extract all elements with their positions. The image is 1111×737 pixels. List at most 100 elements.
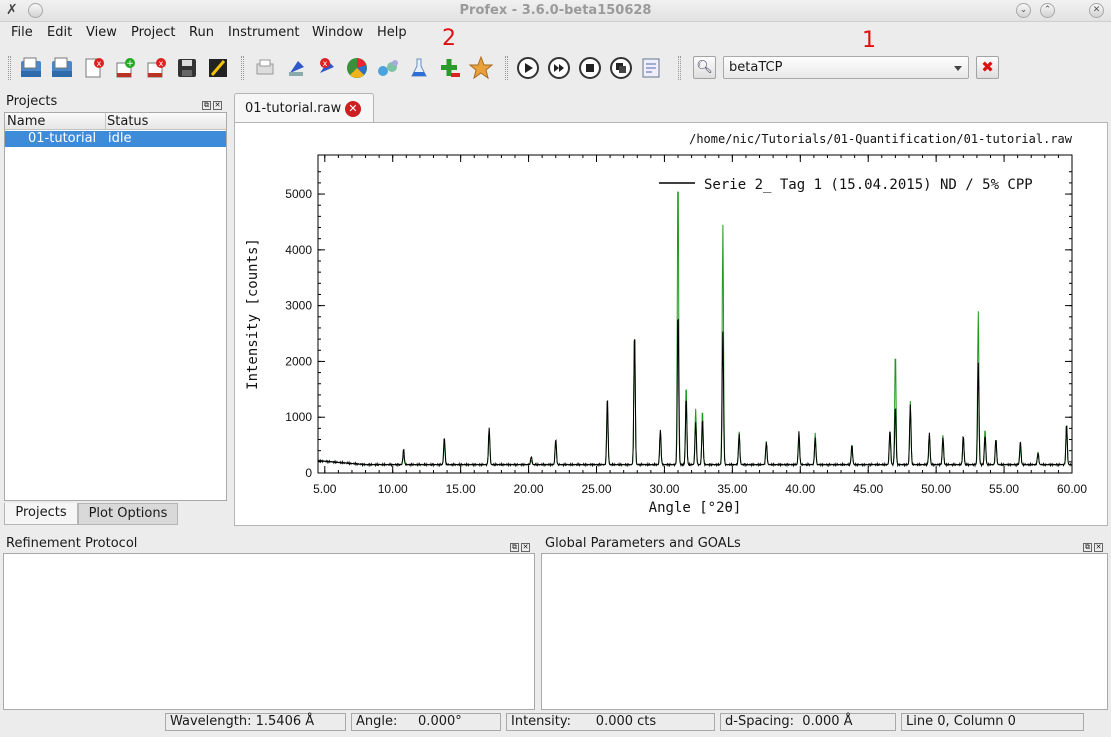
add-remove-icon[interactable] [437, 55, 463, 81]
refinement-protocol-panel[interactable] [3, 553, 535, 710]
phase-combo-value: betaTCP [729, 60, 783, 75]
series-calculated-line [317, 191, 1072, 466]
menu-help[interactable]: Help [377, 25, 407, 40]
close-icon: ✖ [981, 58, 994, 76]
y-tick-label: 4000 [285, 243, 312, 257]
edit-icon[interactable] [205, 55, 231, 81]
status-angle: Angle: 0.000° [351, 713, 501, 731]
maximize-button[interactable]: ⌃ [1040, 3, 1055, 18]
stop-all-icon[interactable] [608, 55, 634, 81]
minimize-button[interactable]: ⌄ [1016, 3, 1031, 18]
star-icon[interactable] [468, 55, 494, 81]
document-tab-label: 01-tutorial.raw [245, 101, 342, 116]
output-icon[interactable] [639, 55, 665, 81]
legend-entry: Serie 2_ Tag 1 (15.04.2015) ND / 5% CPP [704, 177, 1033, 193]
y-tick-label: 2000 [285, 354, 312, 368]
close-file-icon[interactable]: x [81, 55, 107, 81]
phase-combo[interactable]: betaTCP [723, 56, 969, 79]
svg-text:x: x [323, 59, 328, 68]
projects-dock-title: Projects [6, 94, 58, 109]
open-project-icon[interactable] [49, 55, 75, 81]
series-measured-line [317, 318, 1073, 468]
close-icon[interactable]: ✕ [521, 543, 530, 552]
x-tick-label: 35.00 [717, 482, 747, 496]
remove-phase-button[interactable]: ✖ [976, 56, 999, 79]
column-header-name[interactable]: Name [7, 114, 45, 129]
menu-project[interactable]: Project [131, 25, 175, 40]
x-axis-label: Angle [°2θ] [649, 500, 742, 516]
tab-projects[interactable]: Projects [4, 503, 78, 525]
y-tick-label: 1000 [285, 410, 312, 424]
save-icon[interactable] [174, 55, 200, 81]
search-icon: 🔍︎ [696, 60, 713, 75]
svg-text:x: x [159, 59, 164, 68]
toolbar-grip[interactable] [8, 56, 11, 80]
file-path-label: /home/nic/Tutorials/01-Quantification/01… [689, 132, 1073, 146]
close-window-button[interactable]: ✕ [1089, 3, 1104, 18]
svg-text:+: + [126, 59, 134, 69]
float-icon[interactable]: ⧉ [202, 101, 211, 110]
svg-text:x: x [97, 59, 102, 68]
status-wavelength: Wavelength: 1.5406 Å [165, 713, 346, 731]
toolbar-grip[interactable] [505, 56, 508, 80]
project-row[interactable]: 01-tutorial idle [5, 131, 226, 147]
refinement-dock-buttons: ⧉ ✕ [508, 538, 530, 552]
column-header-status[interactable]: Status [107, 114, 148, 129]
float-icon[interactable]: ⧉ [510, 543, 519, 552]
add-phase-icon[interactable]: + [112, 55, 138, 81]
export-icon[interactable] [284, 55, 310, 81]
projects-dock-buttons: ⧉ ✕ [200, 96, 222, 110]
search-button[interactable]: 🔍︎ [693, 56, 716, 79]
x-tick-label: 15.00 [446, 482, 476, 496]
open-raw-icon[interactable] [18, 55, 44, 81]
float-icon[interactable]: ⧉ [1083, 543, 1092, 552]
close-icon[interactable]: ✕ [213, 101, 222, 110]
y-tick-label: 0 [305, 466, 312, 480]
title-bar: ✗ Profex - 3.6.0-beta150628 ⌄ ⌃ ✕ [0, 0, 1111, 22]
menu-file[interactable]: File [11, 25, 33, 40]
x-tick-label: 25.00 [581, 482, 611, 496]
status-cursor: Line 0, Column 0 [901, 713, 1084, 731]
menu-view[interactable]: View [86, 25, 117, 40]
global-dock-title: Global Parameters and GOALs [545, 536, 741, 551]
global-parameters-panel[interactable] [541, 553, 1108, 710]
x-tick-label: 20.00 [514, 482, 544, 496]
window-title: Profex - 3.6.0-beta150628 [459, 3, 652, 18]
y-axis-label: Intensity [counts] [245, 238, 261, 390]
projects-tree[interactable]: Name Status 01-tutorial idle [4, 112, 227, 501]
chevron-down-icon [954, 66, 962, 71]
remove-phase-icon[interactable]: x [143, 55, 169, 81]
menu-instrument[interactable]: Instrument [228, 25, 300, 40]
close-icon[interactable]: ✕ [1094, 543, 1103, 552]
x-tick-label: 60.00 [1057, 482, 1087, 496]
global-dock-buttons: ⧉ ✕ [1081, 538, 1103, 552]
x-tick-label: 10.00 [378, 482, 408, 496]
flask-icon[interactable] [406, 55, 432, 81]
plot-area[interactable]: /home/nic/Tutorials/01-Quantification/01… [234, 122, 1108, 526]
tab-plot-options[interactable]: Plot Options [78, 503, 178, 525]
status-dspacing: d-Spacing: 0.000 Å [720, 713, 896, 731]
print-icon[interactable] [252, 55, 278, 81]
close-tab-icon[interactable]: ✕ [345, 101, 361, 117]
pie-chart-icon[interactable] [344, 55, 370, 81]
molecules-icon[interactable] [375, 55, 401, 81]
document-tab[interactable]: 01-tutorial.raw ✕ [234, 93, 374, 123]
menu-bar: File Edit View Project Run Instrument Wi… [0, 22, 1111, 44]
x-tick-label: 5.00 [313, 482, 337, 496]
refinement-dock-title: Refinement Protocol [6, 536, 138, 551]
x-tick-label: 40.00 [785, 482, 815, 496]
toolbar-grip[interactable] [678, 56, 681, 80]
menu-edit[interactable]: Edit [47, 25, 72, 40]
project-status: idle [108, 131, 132, 146]
diffraction-chart[interactable]: /home/nic/Tutorials/01-Quantification/01… [235, 123, 1107, 525]
menu-window[interactable]: Window [312, 25, 363, 40]
play-icon[interactable] [515, 55, 541, 81]
project-name: 01-tutorial [28, 131, 97, 146]
menu-run[interactable]: Run [189, 25, 214, 40]
fast-forward-icon[interactable] [546, 55, 572, 81]
stop-icon[interactable] [577, 55, 603, 81]
projects-header: Name Status [5, 113, 226, 130]
toolbar-grip[interactable] [241, 56, 244, 80]
status-intensity: Intensity: 0.000 cts [506, 713, 715, 731]
delete-export-icon[interactable]: x [314, 55, 340, 81]
